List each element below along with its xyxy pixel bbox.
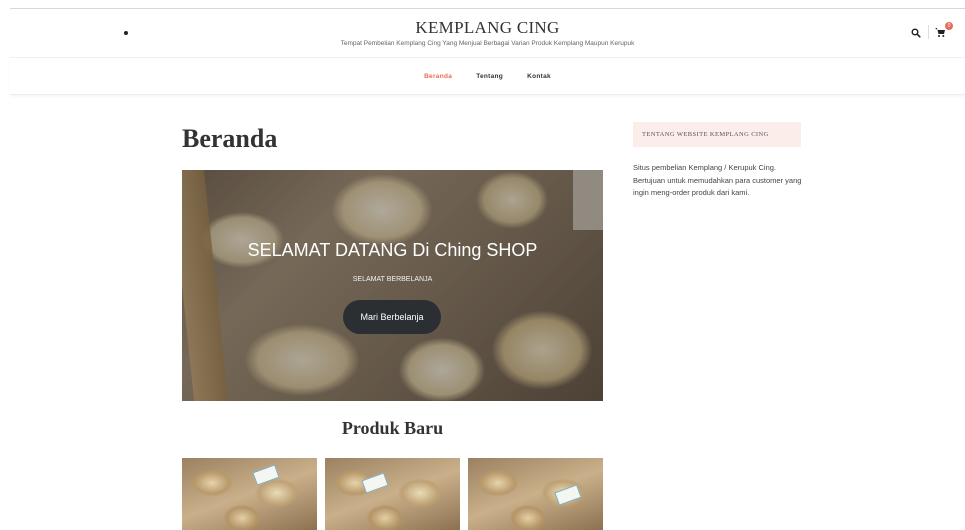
product-label-image: [252, 464, 280, 486]
product-card-image[interactable]: [468, 458, 603, 530]
nav-item-beranda[interactable]: Beranda: [424, 73, 452, 80]
nav-item-tentang[interactable]: Tentang: [476, 73, 503, 80]
cart-count-badge: 0: [945, 22, 953, 30]
sidebar-widget-text: Situs pembelian Kemplang / Kerupuk Cing.…: [633, 163, 802, 197]
hero-banner: SELAMAT DATANG Di Ching SHOP SELAMAT BER…: [182, 170, 603, 401]
site-header: KEMPLANG CING Tempat Pembelian Kemplang …: [10, 8, 965, 58]
product-grid: [182, 458, 603, 530]
search-icon[interactable]: [911, 28, 921, 38]
nav-item-kontak[interactable]: Kontak: [527, 73, 551, 80]
sidebar-widget-title: TENTANG WEBSITE KEMPLANG CING: [633, 122, 801, 147]
product-label-image: [554, 484, 582, 506]
product-label-image: [361, 472, 389, 494]
product-card-image[interactable]: [325, 458, 460, 530]
main-navigation: Beranda Tentang Kontak: [10, 58, 965, 95]
site-tagline: Tempat Pembelian Kemplang Cing Yang Menj…: [340, 40, 635, 47]
cart-icon[interactable]: [934, 26, 946, 38]
header-separator: [928, 25, 929, 39]
hero-title: SELAMAT DATANG Di Ching SHOP: [247, 240, 538, 260]
new-products-heading: Produk Baru: [341, 418, 444, 438]
page-title: Beranda: [182, 124, 278, 153]
hero-subtitle: SELAMAT BERBELANJA: [352, 276, 433, 283]
hero-overlay: [182, 170, 603, 401]
site-title[interactable]: KEMPLANG CING: [10, 18, 965, 38]
shop-now-button[interactable]: Mari Berbelanja: [343, 300, 441, 334]
product-card-image[interactable]: [182, 458, 317, 530]
